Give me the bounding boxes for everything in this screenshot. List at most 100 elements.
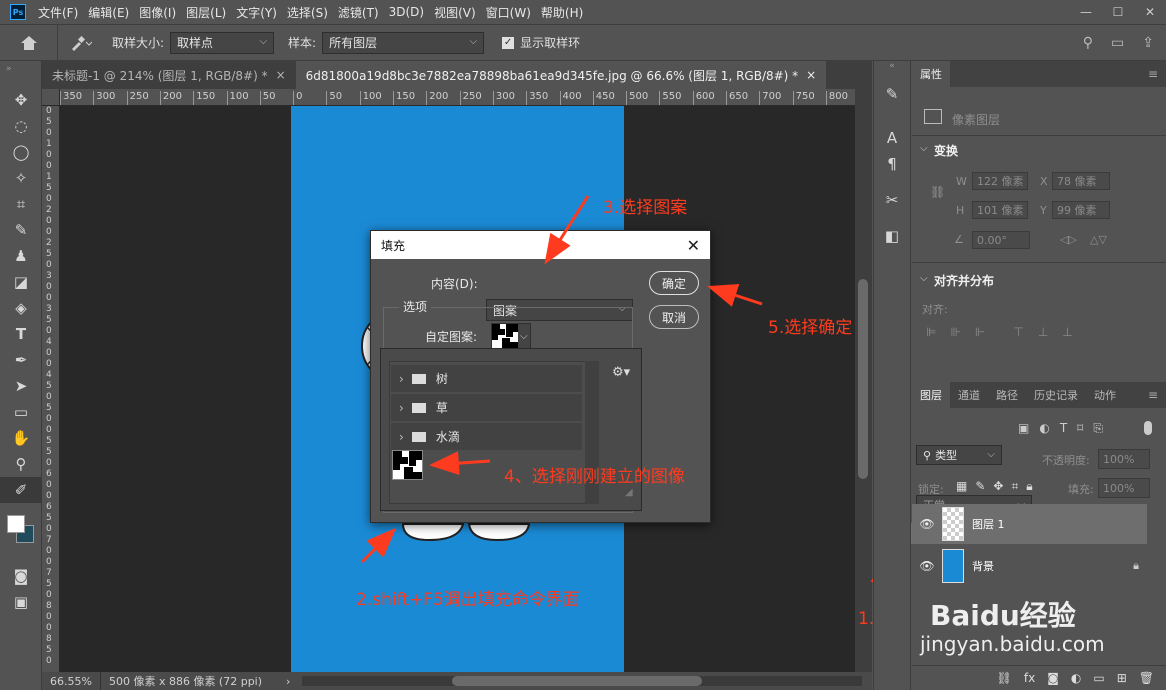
- share-icon[interactable]: ⇪: [1142, 35, 1154, 51]
- move-tool-icon[interactable]: ✥: [0, 87, 42, 113]
- pen-tool-icon[interactable]: ✒: [0, 347, 42, 373]
- lock-all-icon[interactable]: 🔒︎: [1026, 479, 1032, 494]
- horizontal-ruler[interactable]: 350 300 250 200 150 100 50 0 50 100 150 200 250 300 35…: [60, 89, 855, 106]
- ok-button[interactable]: 确定: [649, 271, 699, 295]
- layer-row-layer1[interactable]: 👁︎ 图层 1: [912, 504, 1147, 544]
- zoom-tool-icon[interactable]: ⚲: [0, 451, 42, 477]
- brush-tool-icon[interactable]: ✎: [0, 217, 42, 243]
- tab-paths[interactable]: 路径: [988, 382, 1026, 408]
- menu-filter[interactable]: 滤镜(T): [338, 4, 379, 21]
- flip-vertical-icon[interactable]: △▽: [1090, 233, 1107, 246]
- custom-pattern-picker[interactable]: ⌵: [491, 323, 531, 349]
- foreground-color-swatch[interactable]: [7, 515, 25, 533]
- eyedropper-tool-icon[interactable]: ✐: [0, 477, 42, 503]
- path-selection-tool-icon[interactable]: ➤: [0, 373, 42, 399]
- cancel-button[interactable]: 取消: [649, 305, 699, 329]
- color-swatches[interactable]: [0, 503, 41, 563]
- link-icon[interactable]: ⛓: [930, 185, 945, 199]
- new-layer-icon[interactable]: ⊞: [1117, 671, 1127, 685]
- add-mask-icon[interactable]: ◙: [1047, 671, 1059, 685]
- x-field[interactable]: 78 像素: [1052, 172, 1110, 190]
- pattern-folder-grass[interactable]: › 草: [391, 394, 582, 421]
- lasso-tool-icon[interactable]: ◯: [0, 139, 42, 165]
- brush-settings-icon[interactable]: ✎: [874, 81, 910, 107]
- screen-mode-icon[interactable]: ▣: [0, 589, 42, 615]
- menu-type[interactable]: 文字(Y): [236, 4, 277, 21]
- delete-layer-icon[interactable]: 🗑︎: [1139, 671, 1154, 685]
- quick-mask-icon[interactable]: ◙: [0, 563, 42, 589]
- search-icon[interactable]: ⚲: [1083, 35, 1093, 51]
- tab-history[interactable]: 历史记录: [1026, 382, 1086, 408]
- link-layers-icon[interactable]: ⛓: [997, 671, 1012, 685]
- layer-row-background[interactable]: 👁︎ 背景 🔒︎: [912, 546, 1147, 586]
- type-tool-icon[interactable]: T: [0, 321, 42, 347]
- tab-untitled[interactable]: 未标题-1 @ 214% (图层 1, RGB/8#) * ×: [42, 61, 296, 89]
- panel-menu-icon[interactable]: ≡: [1148, 67, 1158, 81]
- library-icon[interactable]: ◧: [874, 223, 910, 249]
- filter-shape-icon[interactable]: ⌑: [1077, 421, 1083, 436]
- visibility-eye-icon[interactable]: 👁︎: [912, 517, 942, 531]
- eraser-tool-icon[interactable]: ◪: [0, 269, 42, 295]
- fill-field[interactable]: 100%: [1098, 478, 1150, 498]
- paint-bucket-tool-icon[interactable]: ◈: [0, 295, 42, 321]
- filter-type-icon[interactable]: T: [1060, 421, 1067, 436]
- new-group-icon[interactable]: ▭: [1093, 671, 1104, 685]
- resize-grip-icon[interactable]: ◢: [625, 487, 633, 498]
- horizontal-scrollbar[interactable]: [302, 676, 863, 686]
- close-window-icon[interactable]: ✕: [1134, 0, 1166, 24]
- layer-filter-select[interactable]: ⚲ 类型 ⌵: [916, 445, 1002, 465]
- lock-move-icon[interactable]: ✥: [993, 479, 1003, 494]
- tab-properties[interactable]: 属性: [912, 61, 950, 87]
- width-field[interactable]: 122 像素: [972, 172, 1028, 190]
- workspace-icon[interactable]: ▭: [1111, 35, 1124, 51]
- vertical-scrollbar[interactable]: [855, 89, 872, 672]
- menu-layer[interactable]: 图层(L): [186, 4, 226, 21]
- sample-select[interactable]: 所有图层 ⌵: [322, 31, 485, 54]
- close-icon[interactable]: ✕: [687, 236, 700, 255]
- menu-file[interactable]: 文件(F): [38, 4, 78, 21]
- stamp-tool-icon[interactable]: ♟: [0, 243, 42, 269]
- adjustment-layer-icon[interactable]: ◐: [1071, 671, 1081, 685]
- lock-paint-icon[interactable]: ✎: [975, 479, 985, 494]
- menu-help[interactable]: 帮助(H): [541, 4, 583, 21]
- tab-layers[interactable]: 图层: [912, 382, 950, 408]
- paragraph-icon[interactable]: ¶: [874, 151, 910, 177]
- tab-channels[interactable]: 通道: [950, 382, 988, 408]
- tab-jpg[interactable]: 6d81800a19d8bc3e7882ea78898ba61ea9d345fe…: [295, 61, 827, 89]
- height-field[interactable]: 101 像素: [972, 201, 1028, 219]
- align-vcenter-icon[interactable]: ⊥: [1038, 325, 1048, 339]
- filter-adjustment-icon[interactable]: ◐: [1039, 421, 1049, 436]
- show-ring-checkbox[interactable]: ✓: [502, 36, 515, 49]
- close-tab-icon[interactable]: ×: [276, 68, 286, 82]
- collapse-icon[interactable]: «: [874, 61, 910, 75]
- h-scroll-thumb[interactable]: [452, 676, 703, 686]
- lock-transparent-icon[interactable]: ▦: [956, 479, 967, 494]
- align-top-icon[interactable]: ⊤: [1013, 325, 1023, 339]
- status-expand-icon[interactable]: ›: [286, 675, 290, 688]
- new-pattern-thumbnail[interactable]: [392, 450, 423, 480]
- y-field[interactable]: 99 像素: [1052, 201, 1110, 219]
- tab-actions[interactable]: 动作: [1086, 382, 1124, 408]
- align-hcenter-icon[interactable]: ⊪: [950, 325, 960, 339]
- align-left-icon[interactable]: ⊫: [926, 325, 936, 339]
- visibility-eye-icon[interactable]: 👁︎: [912, 559, 942, 573]
- vertical-ruler[interactable]: 0501001502002503003504004505005506006507…: [42, 106, 60, 672]
- menu-window[interactable]: 窗口(W): [486, 4, 531, 21]
- chevron-down-icon[interactable]: ⌵: [920, 273, 928, 284]
- scroll-thumb[interactable]: [858, 279, 868, 479]
- panel-menu-icon[interactable]: ≡: [1148, 388, 1158, 402]
- crop-tool-icon[interactable]: ⌗: [0, 191, 42, 217]
- pattern-folder-tree[interactable]: › 树: [391, 365, 582, 392]
- pattern-folder-waterdrop[interactable]: › 水滴: [391, 423, 582, 450]
- filter-smart-icon[interactable]: ⎘: [1093, 421, 1103, 436]
- shape-tool-icon[interactable]: ▭: [0, 399, 42, 425]
- filter-pixel-icon[interactable]: ▣: [1018, 421, 1029, 436]
- menu-view[interactable]: 视图(V): [434, 4, 476, 21]
- lock-icon[interactable]: 🔒︎: [1133, 559, 1139, 573]
- align-bottom-icon[interactable]: ⊥: [1062, 325, 1072, 339]
- menu-3d[interactable]: 3D(D): [389, 5, 424, 19]
- chevron-down-icon[interactable]: ⌵: [920, 143, 928, 154]
- home-icon[interactable]: [0, 24, 58, 61]
- menu-image[interactable]: 图像(I): [139, 4, 176, 21]
- align-right-icon[interactable]: ⊩: [975, 325, 985, 339]
